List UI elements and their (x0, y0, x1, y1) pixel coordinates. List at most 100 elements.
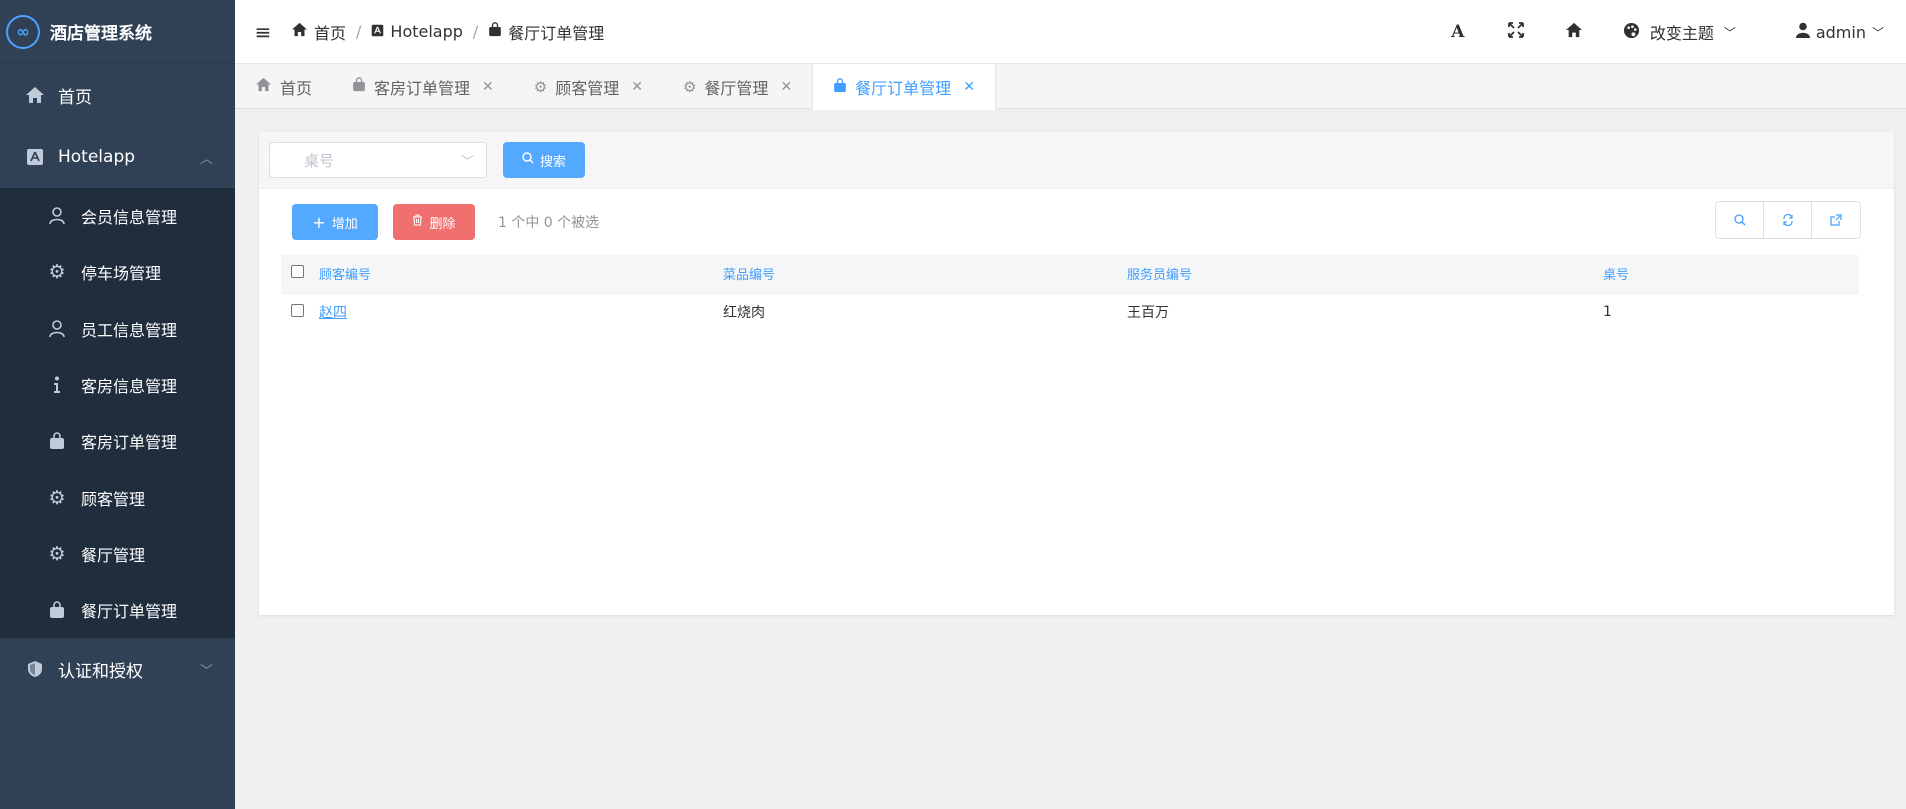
breadcrumb-item-app[interactable]: Hotelapp (371, 22, 463, 41)
row-checkbox[interactable] (291, 303, 304, 317)
tab-room-order[interactable]: 客房订单管理 ✕ (332, 64, 514, 109)
sidebar-group-label: 认证和授权 (58, 661, 143, 682)
fullscreen-icon[interactable] (1487, 21, 1545, 43)
home-icon (255, 77, 272, 96)
user-name: admin (1815, 22, 1866, 42)
breadcrumb-item-home[interactable]: 首页 (291, 20, 346, 44)
palette-icon (1623, 22, 1640, 43)
home-icon (291, 22, 308, 41)
trash-icon (412, 214, 423, 230)
refresh-icon[interactable] (1764, 202, 1812, 238)
gear-icon: ⚙ (48, 261, 66, 284)
sidebar-item-customer[interactable]: ⚙ 顾客管理 (0, 469, 235, 525)
chevron-down-icon: ﹀ (1723, 25, 1736, 40)
sidebar-item-label: 客房订单管理 (81, 433, 178, 453)
sidebar-item-room-info[interactable]: 客房信息管理 (0, 357, 235, 413)
tab-label: 餐厅管理 (704, 78, 769, 98)
sidebar-item-label: 餐厅管理 (81, 545, 146, 565)
tab-restaurant-order[interactable]: 餐厅订单管理 ✕ (812, 64, 996, 110)
filter-bar: 桌号 ﹀ 搜索 (259, 132, 1894, 189)
tab-home[interactable]: 首页 (235, 64, 332, 109)
tabs-bar: 首页 客房订单管理 ✕ ⚙ 顾客管理 ✕ ⚙ 餐厅管理 ✕ 餐厅订单管理 ✕ (235, 64, 1906, 110)
breadcrumb-label: Hotelapp (390, 22, 463, 41)
tab-restaurant[interactable]: ⚙ 餐厅管理 ✕ (663, 64, 812, 109)
breadcrumb-label: 首页 (314, 23, 347, 43)
plus-icon: + (312, 212, 326, 232)
sidebar-item-label: 首页 (58, 87, 92, 108)
gear-icon: ⚙ (48, 486, 66, 509)
table-cell: 1 (1603, 304, 1612, 321)
close-icon[interactable]: ✕ (780, 79, 792, 95)
close-icon[interactable]: ✕ (631, 79, 643, 95)
sidebar-item-label: 餐厅订单管理 (81, 602, 178, 622)
breadcrumb-separator: / (472, 22, 479, 41)
gear-icon: ⚙ (682, 77, 697, 96)
add-button[interactable]: + 增加 (292, 204, 378, 240)
sidebar-group-label: Hotelapp (58, 147, 136, 167)
close-icon[interactable]: ✕ (482, 79, 494, 95)
sidebar-item-restaurant[interactable]: ⚙ 餐厅管理 (0, 526, 235, 582)
close-icon[interactable]: ✕ (963, 79, 975, 95)
column-header[interactable]: 服务员编号 (1127, 255, 1603, 294)
infinity-logo-icon: ∞ (6, 14, 40, 49)
row-select-cell (281, 293, 319, 331)
action-bar: + 增加 删除 1 个中 0 个被选 (259, 189, 1894, 255)
search-icon (522, 152, 534, 168)
top-header: ≡ 首页 / Hotelapp / 餐厅订单管理 A 改变主题 ﹀ admin … (235, 0, 1906, 64)
user-icon (1795, 22, 1810, 42)
breadcrumb: 首页 / Hotelapp / 餐厅订单管理 (291, 20, 604, 44)
table-tools (1715, 201, 1861, 239)
app-title: 酒店管理系统 (50, 24, 152, 44)
sidebar-item-label: 顾客管理 (81, 489, 146, 509)
sidebar-group-hotelapp[interactable]: Hotelapp ︿ (0, 126, 235, 188)
theme-dropdown[interactable]: 改变主题 ﹀ (1623, 20, 1736, 44)
bag-icon (47, 431, 67, 451)
toggle-search-icon[interactable] (1716, 202, 1764, 238)
tab-label: 首页 (280, 78, 313, 98)
theme-label: 改变主题 (1649, 24, 1714, 43)
app-logo[interactable]: ∞ 酒店管理系统 (0, 0, 235, 64)
sidebar-item-restaurant-order[interactable]: 餐厅订单管理 (0, 582, 235, 638)
table-header-row: 顾客编号 菜品编号 服务员编号 桌号 (281, 255, 1859, 294)
column-header[interactable]: 顾客编号 (319, 255, 723, 294)
select-all-cell (281, 255, 319, 294)
selection-info: 1 个中 0 个被选 (498, 215, 600, 231)
gear-icon: ⚙ (48, 542, 66, 565)
column-header[interactable]: 菜品编号 (723, 255, 1127, 294)
export-icon[interactable] (1812, 202, 1860, 238)
bag-icon (833, 77, 847, 97)
sidebar-item-staff[interactable]: 员工信息管理 (0, 301, 235, 357)
table-number-select[interactable]: 桌号 ﹀ (269, 142, 487, 178)
select-all-checkbox[interactable] (291, 265, 304, 279)
sidebar-item-home[interactable]: 首页 (0, 64, 235, 126)
table-cell: 王百万 (1127, 305, 1169, 322)
column-header[interactable]: 桌号 (1603, 255, 1859, 294)
sidebar-submenu: 会员信息管理 ⚙ 停车场管理 员工信息管理 客房信息管理 客房订单管理 ⚙ 顾客… (0, 188, 235, 639)
sidebar-item-room-order[interactable]: 客房订单管理 (0, 413, 235, 469)
sidebar-group-auth[interactable]: 认证和授权 ﹀ (0, 638, 235, 701)
sidebar-item-parking[interactable]: ⚙ 停车场管理 (0, 244, 235, 300)
delete-button[interactable]: 删除 (393, 204, 475, 240)
tab-label: 餐厅订单管理 (855, 79, 952, 98)
user-dropdown[interactable]: admin ﹀ (1795, 22, 1884, 42)
row-link[interactable]: 赵四 (319, 305, 347, 321)
home-icon[interactable] (1545, 22, 1603, 43)
sidebar-item-label: 会员信息管理 (81, 208, 178, 228)
bag-icon (47, 600, 67, 620)
user-icon (47, 319, 67, 339)
add-button-label: 增加 (331, 216, 358, 232)
sidebar-item-member[interactable]: 会员信息管理 (0, 188, 235, 244)
app-store-icon (371, 23, 384, 41)
select-placeholder: 桌号 (304, 151, 335, 170)
bag-icon (488, 22, 502, 41)
font-size-icon[interactable]: A (1429, 22, 1487, 42)
breadcrumb-item-current: 餐厅订单管理 (488, 20, 604, 44)
sidebar: ∞ 酒店管理系统 首页 Hotelapp ︿ 会员信息管理 ⚙ 停车场管理 员工… (0, 0, 235, 809)
header-right: A 改变主题 ﹀ admin ﹀ (1429, 0, 1906, 64)
search-button[interactable]: 搜索 (503, 142, 585, 178)
hamburger-icon[interactable]: ≡ (235, 20, 291, 44)
data-table: 顾客编号 菜品编号 服务员编号 桌号 赵四 红烧肉 王百万 1 (281, 255, 1859, 331)
chevron-up-icon: ︿ (199, 151, 213, 167)
tab-customer[interactable]: ⚙ 顾客管理 ✕ (514, 64, 663, 109)
user-icon (47, 206, 67, 226)
